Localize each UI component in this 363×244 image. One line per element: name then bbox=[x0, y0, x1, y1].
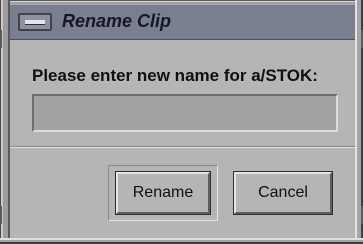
frame-corner-mark-bottom-left bbox=[0, 206, 2, 224]
rename-clip-dialog: Rename Clip Please enter new name for a/… bbox=[0, 0, 363, 244]
dialog-separator bbox=[10, 146, 355, 148]
new-name-input[interactable] bbox=[32, 94, 338, 132]
frame-corner-mark-left bbox=[0, 30, 2, 48]
window-menu-icon bbox=[25, 20, 45, 25]
dialog-body: Please enter new name for a/STOK: Rename… bbox=[10, 40, 355, 238]
cancel-button[interactable]: Cancel bbox=[233, 171, 333, 215]
rename-button[interactable]: Rename bbox=[115, 171, 211, 215]
window-title: Rename Clip bbox=[62, 11, 172, 31]
rename-prompt-label: Please enter new name for a/STOK: bbox=[32, 66, 318, 85]
title-bar[interactable]: Rename Clip bbox=[10, 4, 355, 40]
window-frame-bottom[interactable] bbox=[0, 238, 363, 244]
window-menu-button[interactable] bbox=[18, 13, 52, 31]
